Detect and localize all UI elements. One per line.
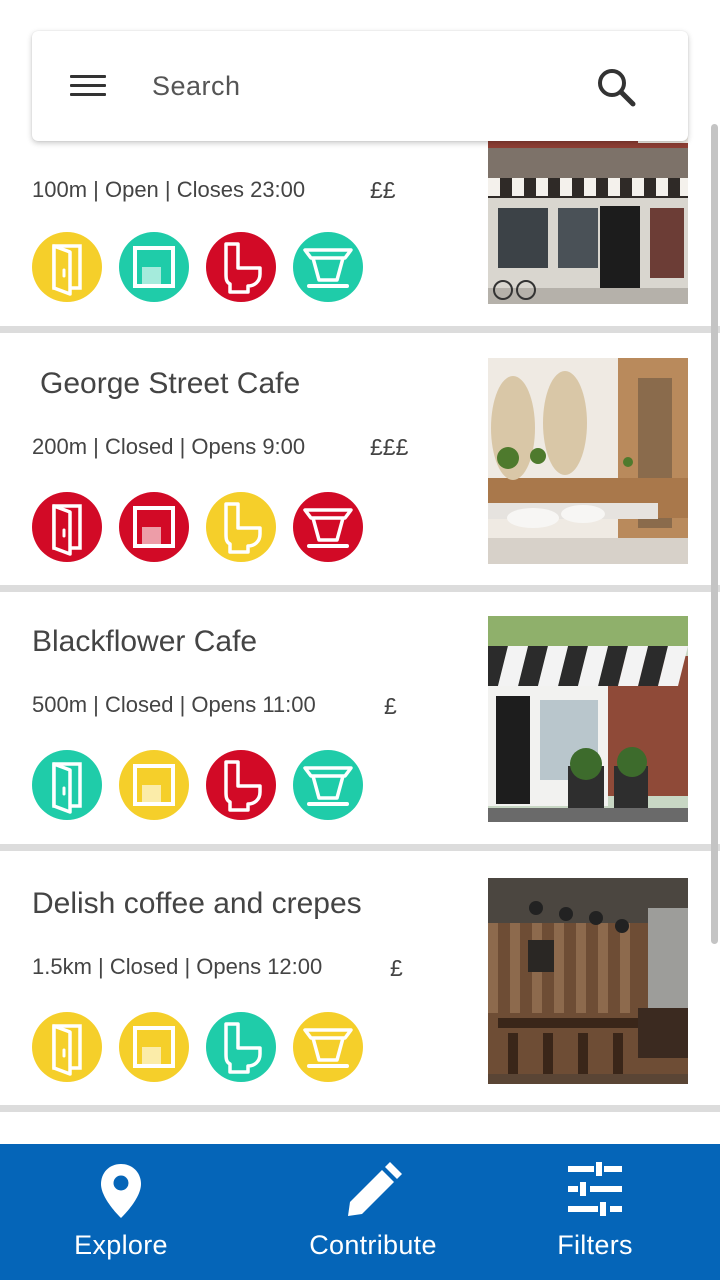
venue-card[interactable]: George Street Cafe 200m | Closed | Opens…: [0, 333, 720, 585]
entrance-door-icon: [32, 750, 102, 820]
toilet-icon: [206, 1012, 276, 1082]
card-divider: [0, 844, 720, 851]
space-square-icon: [119, 232, 189, 302]
space-square-icon: [119, 750, 189, 820]
cafe-cup-icon: [293, 492, 363, 562]
price-level: £££: [370, 434, 409, 460]
price-level: £: [390, 955, 403, 981]
entrance-door-icon: [32, 1012, 102, 1082]
search-bar: [32, 31, 688, 141]
card-divider: [0, 326, 720, 333]
space-square-icon: [119, 492, 189, 562]
cafe-cup-icon: [293, 1012, 363, 1082]
venue-name: Delish coffee and crepes: [32, 887, 362, 920]
venue-photo: [488, 358, 688, 564]
pencil-icon: [348, 1162, 402, 1216]
toilet-icon: [206, 232, 276, 302]
price-level: £: [384, 693, 397, 719]
nav-contribute[interactable]: Contribute: [283, 1144, 463, 1280]
hamburger-menu-icon[interactable]: [70, 73, 106, 99]
venue-status: 500m | Closed | Opens 11:00: [32, 692, 316, 717]
toilet-icon: [206, 492, 276, 562]
venue-name: Blackflower Cafe: [32, 625, 258, 658]
space-square-icon: [119, 1012, 189, 1082]
nav-explore[interactable]: Explore: [31, 1144, 211, 1280]
venue-photo: [488, 878, 688, 1084]
venue-photo: [488, 616, 688, 822]
price-level: ££: [370, 177, 396, 203]
bottom-navigation: Explore Contribute Filters: [0, 1144, 720, 1280]
venue-list[interactable]: 100m | Open | Closes 23:00 ££ George Str…: [0, 0, 720, 1144]
nav-filters[interactable]: Filters: [514, 1144, 676, 1280]
entrance-door-icon: [32, 232, 102, 302]
toilet-icon: [206, 750, 276, 820]
venue-status: 100m | Open | Closes 23:00: [32, 177, 306, 202]
entrance-door-icon: [32, 492, 102, 562]
card-divider: [0, 585, 720, 592]
card-divider: [0, 1105, 720, 1112]
cafe-cup-icon: [293, 750, 363, 820]
scrollbar[interactable]: [711, 124, 718, 944]
search-input[interactable]: [152, 63, 572, 109]
cafe-cup-icon: [293, 232, 363, 302]
venue-status: 200m | Closed | Opens 9:00: [32, 434, 306, 459]
search-icon[interactable]: [594, 65, 638, 109]
location-pin-icon: [101, 1164, 141, 1218]
venue-name: George Street Cafe: [40, 367, 301, 400]
venue-card[interactable]: Blackflower Cafe 500m | Closed | Opens 1…: [0, 592, 720, 844]
venue-status: 1.5km | Closed | Opens 12:00: [32, 954, 323, 979]
nav-contribute-label: Contribute: [309, 1230, 437, 1260]
venue-card[interactable]: Delish coffee and crepes 1.5km | Closed …: [0, 851, 720, 1105]
sliders-icon: [568, 1162, 622, 1216]
nav-filters-label: Filters: [557, 1230, 633, 1260]
nav-explore-label: Explore: [74, 1230, 168, 1260]
